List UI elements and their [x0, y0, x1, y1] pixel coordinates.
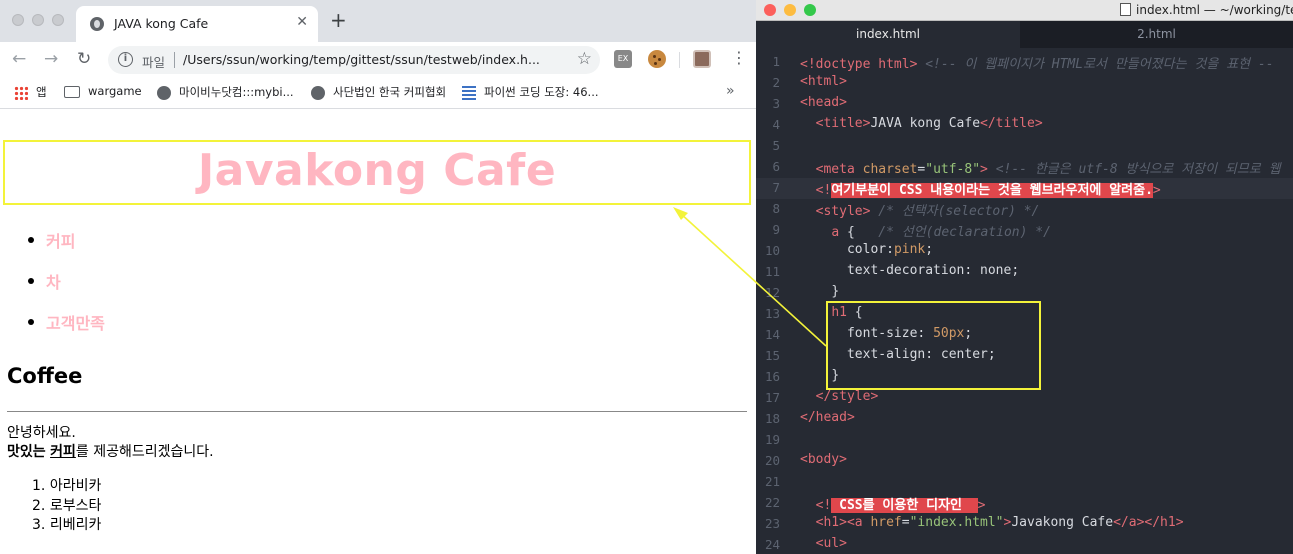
editor-tab-index[interactable]: index.html [756, 21, 1020, 48]
page-heading-link[interactable]: Javakong Cafe [5, 145, 749, 196]
code-line: 18 </head> [764, 410, 855, 426]
close-window-button[interactable] [764, 4, 776, 16]
bold-text: 맛있는 [7, 444, 46, 460]
tab-title: JAVA kong Cafe [114, 16, 209, 31]
code-line: 20 <body> [764, 452, 847, 468]
browser-toolbar: ← → ↻ i 파일 /Users/ssun/working/temp/gitt… [0, 42, 756, 78]
highlight-box-h1-rule [826, 301, 1041, 390]
editor-titlebar: index.html — ~/working/te [756, 0, 1293, 21]
bookmark-python-dojang[interactable]: 파이썬 코딩 도장: 46... [462, 84, 599, 100]
profile-avatar[interactable] [693, 50, 711, 68]
section-heading: Coffee [7, 364, 83, 388]
nav-link-customer[interactable]: 고객만족 [46, 310, 105, 334]
ordered-list: 1. 아라비카 2. 로부스타 3. 리베리카 [32, 475, 101, 534]
code-line: 6 <meta charset="utf-8"> <!-- 한글은 utf-8 … [772, 159, 1281, 177]
code-line: 17 </style> [764, 389, 879, 405]
toolbar-divider [679, 52, 680, 68]
bookmarks-bar: 앱 wargame 마이비누닷컴:::mybi... 사단법인 한국 커피협회 … [0, 78, 756, 109]
screen: JAVA kong Cafe ✕ + ← → ↻ i 파일 /Users/ssu… [0, 0, 1293, 554]
close-window-button[interactable] [12, 14, 24, 26]
python-icon [462, 85, 476, 100]
underlined-text: 커피 [50, 444, 76, 460]
reload-button[interactable]: ↻ [77, 50, 91, 68]
url-separator [174, 52, 175, 68]
description-rest: 를 제공해드리겠습니다. [75, 444, 214, 460]
page-content: Javakong Cafe 커피 차 고객만족 Coffee 안녕하세요. 맛있… [0, 110, 756, 554]
code-line: 23 <h1><a href="index.html">Javakong Caf… [764, 515, 1184, 531]
code-editor-window: index.html — ~/working/te index.html 2.h… [756, 0, 1293, 554]
forward-button[interactable]: → [44, 50, 58, 68]
browser-window: JAVA kong Cafe ✕ + ← → ↻ i 파일 /Users/ssu… [0, 0, 756, 554]
minimize-window-button[interactable] [32, 14, 44, 26]
code-line: 1 <!doctype html> <!-- 이 웹페이지가 HTML로서 만들어… [772, 54, 1274, 72]
code-line: 4 <title>JAVA kong Cafe</title> [772, 116, 1043, 132]
code-line: 24 <ul> [764, 536, 847, 552]
address-bar[interactable]: i 파일 /Users/ssun/working/temp/gittest/ss… [108, 46, 600, 74]
new-tab-button[interactable]: + [330, 10, 347, 30]
cookie-extension-icon[interactable] [648, 50, 666, 68]
list-item: 1. 아라비카 [32, 478, 102, 494]
zoom-window-button[interactable] [52, 14, 64, 26]
bookmark-coffee-association[interactable]: 사단법인 한국 커피협회 [311, 84, 446, 100]
url-text[interactable]: /Users/ssun/working/temp/gittest/ssun/te… [183, 52, 540, 67]
code-line: 8 <style> /* 선택자(selector) */ [772, 201, 1040, 219]
close-icon[interactable]: ✕ [296, 14, 308, 30]
annotation-css-design: CSS를 이용한 디자인 [831, 498, 978, 513]
code-line: 11 text-decoration: none; [764, 263, 1020, 279]
bookmark-wargame[interactable]: wargame [64, 84, 142, 98]
bookmark-star-icon[interactable]: ☆ [577, 49, 592, 69]
browser-menu-icon[interactable]: ⋮ [731, 48, 747, 67]
globe-icon [90, 17, 104, 31]
code-line: 5 [772, 138, 780, 153]
bookmarks-overflow-button[interactable]: » [726, 83, 735, 99]
code-line-current: 7 <!여기부분이 CSS 내용이라는 것을 웹브라우저에 알려줌.> [756, 178, 1293, 199]
divider [7, 411, 747, 412]
apps-icon [14, 85, 28, 100]
nav-link-coffee[interactable]: 커피 [46, 228, 75, 252]
description-text: 맛있는 커피를 제공해드리겠습니다. [7, 441, 214, 461]
code-line: 3 <head> [772, 95, 847, 111]
page-heading-box: Javakong Cafe [3, 140, 751, 205]
list-item: 3. 리베리카 [32, 517, 102, 533]
info-icon[interactable]: i [118, 52, 133, 67]
editor-tabbar: index.html 2.html [756, 21, 1293, 48]
editor-window-title: index.html — ~/working/te [1136, 3, 1293, 17]
document-icon [1120, 3, 1131, 16]
greeting-text: 안녕하세요. [7, 425, 76, 441]
code-line: 19 [764, 432, 780, 447]
globe-icon [311, 85, 325, 100]
annotation-css: 여기부분이 CSS 내용이라는 것을 웹브라우저에 알려줌. [831, 183, 1153, 198]
back-button[interactable]: ← [12, 50, 26, 68]
list-item: 2. 로부스타 [32, 497, 102, 514]
extension-icon[interactable]: EX [614, 50, 632, 68]
tab-strip: JAVA kong Cafe ✕ + [0, 0, 756, 42]
zoom-window-button[interactable] [804, 4, 816, 16]
code-line: 9 a { /* 선언(declaration) */ [772, 222, 1051, 240]
code-line: 10 color:pink; [764, 242, 934, 258]
nav-link-tea[interactable]: 차 [46, 269, 61, 293]
bookmark-apps[interactable]: 앱 [14, 84, 47, 100]
globe-icon [157, 85, 171, 100]
url-scheme-label: 파일 [142, 55, 166, 70]
code-line: 21 [764, 474, 780, 489]
editor-tab-2[interactable]: 2.html [1020, 21, 1293, 48]
minimize-window-button[interactable] [784, 4, 796, 16]
browser-tab-active[interactable]: JAVA kong Cafe ✕ [76, 6, 318, 42]
bookmark-mybinu[interactable]: 마이비누닷컴:::mybi... [157, 84, 294, 100]
code-line: 22 <! CSS를 이용한 디자인 > [764, 495, 986, 513]
code-line: 2 <html> [772, 74, 847, 90]
folder-icon [64, 85, 80, 98]
